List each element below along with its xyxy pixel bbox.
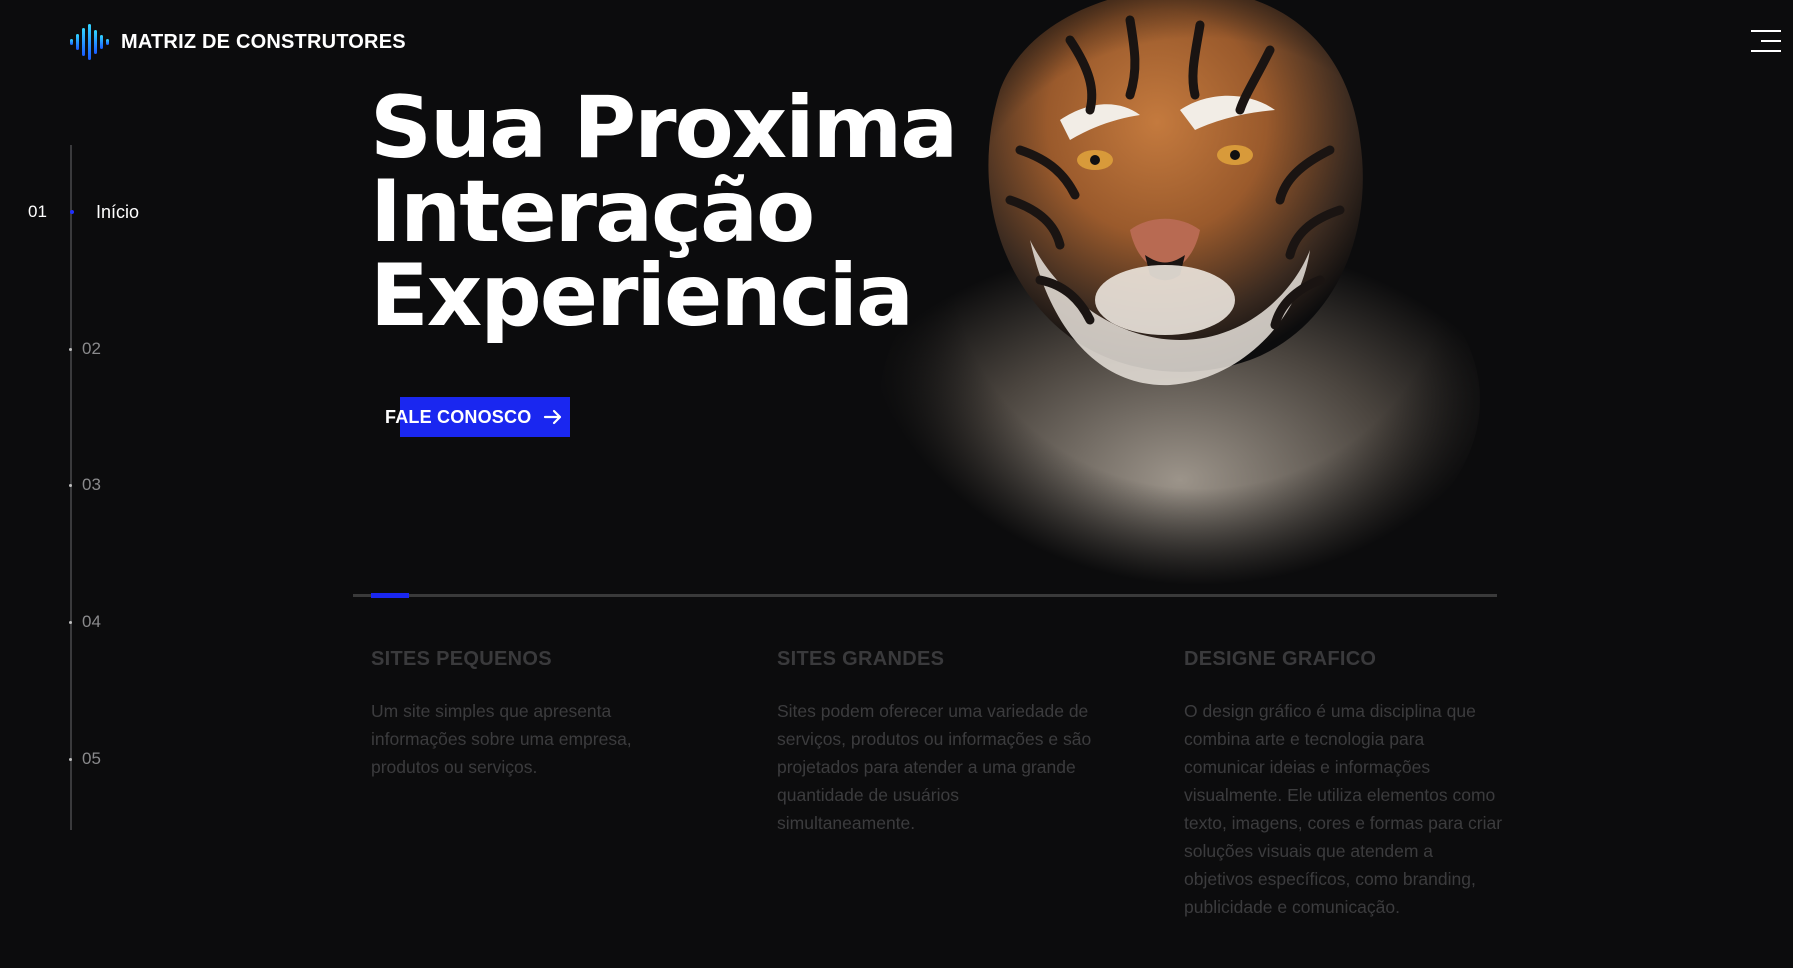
hamburger-menu-icon[interactable]	[1751, 30, 1781, 54]
service-description: Um site simples que apresenta informaçõe…	[371, 701, 632, 777]
vertical-nav-number: 03	[82, 475, 101, 494]
vertical-nav-dot	[69, 483, 72, 487]
arrow-right-icon	[544, 409, 562, 425]
service-title: SITES PEQUENOS	[371, 648, 552, 670]
vertical-nav-item-03[interactable]: 03	[69, 473, 101, 497]
slider-progress-track	[353, 593, 1497, 598]
menu-line	[1751, 30, 1781, 32]
vertical-nav-dot	[69, 620, 72, 624]
service-card-small-sites: SITES PEQUENOS Um site simples que apres…	[371, 648, 691, 781]
vertical-nav-item-02[interactable]: 02	[69, 337, 101, 361]
vertical-nav-dot	[69, 757, 72, 761]
hero-title-line: Sua Proxima	[370, 78, 958, 178]
brand-name: MATRIZ DE CONSTRUTORES	[121, 30, 406, 53]
contact-us-button[interactable]: FALE CONOSCO	[385, 397, 570, 437]
page: MATRIZ DE CONSTRUTORES 01 Início 02 03 0…	[0, 0, 1793, 968]
service-card-graphic-design: DESIGNE GRAFICO O design gráfico é uma d…	[1184, 648, 1504, 921]
service-description: Sites podem oferecer uma variedade de se…	[777, 701, 1092, 833]
hero-title: Sua Proxima Interação Experiencia	[370, 78, 1030, 346]
vertical-nav-item-05[interactable]: 05	[69, 747, 101, 771]
vertical-nav-number: 01	[28, 202, 47, 221]
hero-title-line: Experiencia	[370, 246, 914, 346]
vertical-nav-label: Início	[96, 201, 140, 222]
menu-line	[1761, 40, 1781, 42]
slider-progress-fill	[371, 593, 409, 598]
menu-line	[1751, 50, 1781, 52]
soundwave-logo-icon	[70, 24, 109, 60]
vertical-nav-dot	[69, 347, 72, 351]
brand-logo[interactable]: MATRIZ DE CONSTRUTORES	[69, 24, 406, 60]
hero-title-line: Interação	[370, 162, 815, 262]
service-description: O design gráfico é uma disciplina que co…	[1184, 701, 1503, 917]
service-title: SITES GRANDES	[777, 648, 945, 670]
vertical-nav-number: 05	[82, 749, 101, 768]
vertical-nav-number: 02	[82, 339, 101, 358]
contact-us-button-label: FALE CONOSCO	[385, 406, 532, 427]
vertical-nav-item-01[interactable]: 01 Início	[28, 200, 139, 224]
vertical-nav-number: 04	[82, 612, 101, 631]
service-title: DESIGNE GRAFICO	[1184, 648, 1377, 670]
vertical-nav-item-04[interactable]: 04	[69, 610, 101, 634]
vertical-nav-dot	[70, 210, 74, 214]
service-card-large-sites: SITES GRANDES Sites podem oferecer uma v…	[777, 648, 1097, 837]
